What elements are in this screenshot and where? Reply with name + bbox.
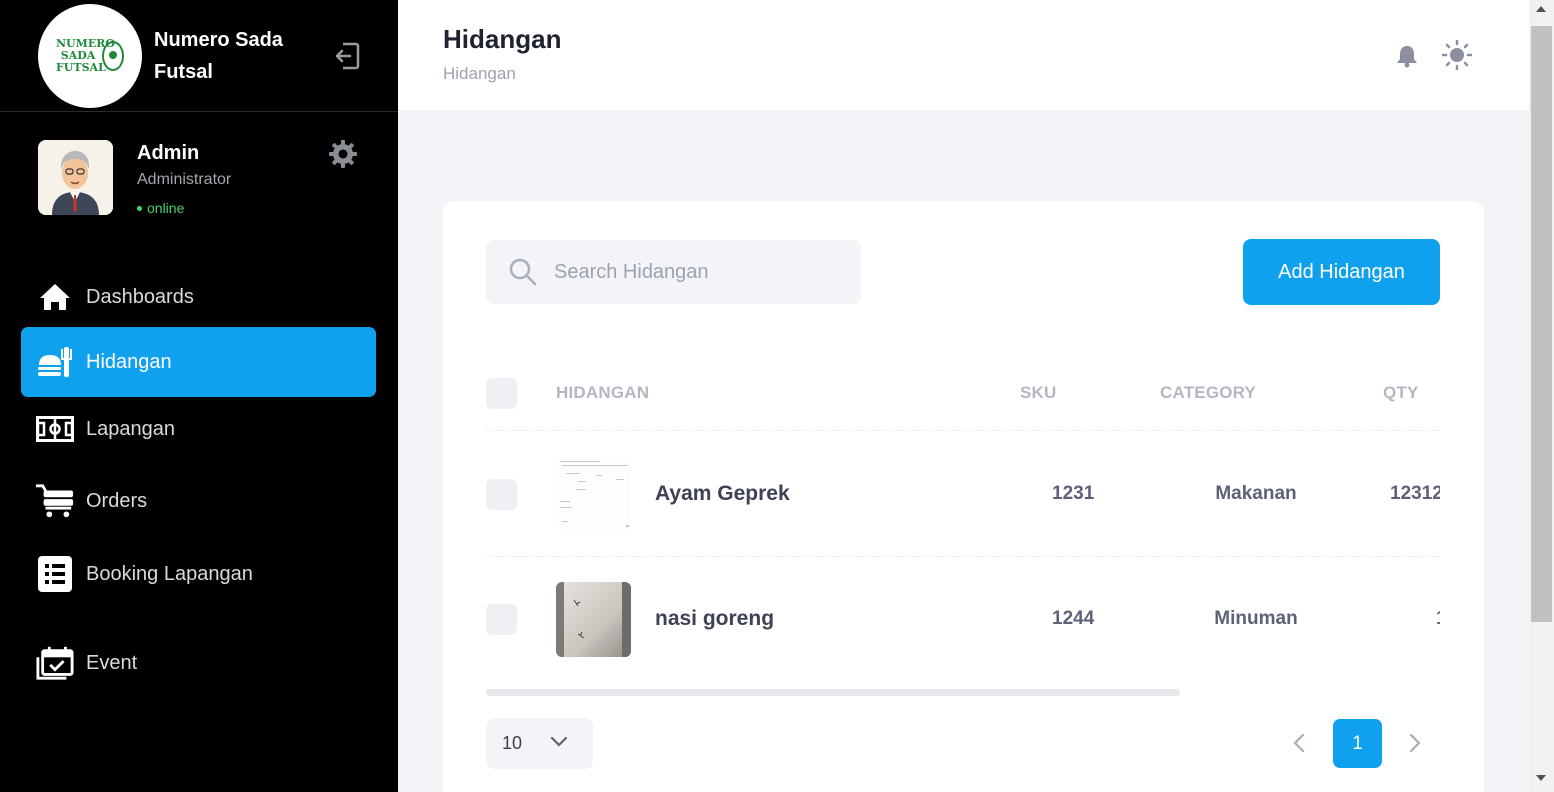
sidebar-item-label: Dashboards xyxy=(86,285,194,308)
profile-role: Administrator xyxy=(137,171,232,188)
dish-image[interactable] xyxy=(556,582,631,657)
per-page-select[interactable]: 10 xyxy=(486,718,593,769)
sidebar: NUMERO SADA FUTSAL Numero Sada Futsal Ad… xyxy=(0,0,398,792)
collapse-sidebar-button[interactable] xyxy=(332,40,362,72)
dish-name[interactable]: nasi goreng xyxy=(655,607,774,631)
list-icon xyxy=(36,555,74,593)
avatar[interactable] xyxy=(38,140,113,215)
sidebar-item-booking-lapangan[interactable]: Booking Lapangan xyxy=(21,539,376,609)
food-icon xyxy=(36,343,74,381)
select-all-checkbox[interactable] xyxy=(486,378,517,409)
sidebar-item-label: Booking Lapangan xyxy=(86,562,253,585)
bell-icon[interactable] xyxy=(1396,44,1418,68)
brand-logo: NUMERO SADA FUTSAL xyxy=(38,4,142,108)
field-icon xyxy=(36,410,74,448)
sidebar-item-lapangan[interactable]: Lapangan xyxy=(21,394,376,464)
sidebar-item-label: Orders xyxy=(86,489,148,512)
status-badge: online xyxy=(137,200,184,216)
horizontal-scrollbar[interactable] xyxy=(486,689,1180,696)
brand-header: NUMERO SADA FUTSAL Numero Sada Futsal xyxy=(0,0,398,112)
pagination-next-button[interactable] xyxy=(1405,731,1425,755)
chevron-left-icon xyxy=(1293,733,1305,753)
scroll-down-arrow-icon[interactable] xyxy=(1536,775,1546,781)
sidebar-item-hidangan[interactable]: Hidangan xyxy=(21,327,376,397)
page-scrollbar[interactable] xyxy=(1529,0,1554,792)
profile-name: Admin xyxy=(137,142,200,164)
column-header-hidangan[interactable]: HIDANGAN xyxy=(556,383,649,403)
table-row[interactable]: nasi goreng 1244 Minuman 1 xyxy=(486,557,1440,682)
topbar: Hidangan Hidangan xyxy=(398,0,1529,110)
dish-name[interactable]: Ayam Geprek xyxy=(655,482,790,506)
brand-name: Numero Sada Futsal xyxy=(154,29,283,83)
per-page-value: 10 xyxy=(502,733,523,753)
sidebar-item-label: Lapangan xyxy=(86,417,175,440)
search-icon xyxy=(509,258,537,286)
dish-sku: 1244 xyxy=(1052,608,1095,629)
user-profile: Admin Administrator online xyxy=(38,140,378,220)
logout-arrow-icon xyxy=(335,42,360,70)
sun-icon[interactable] xyxy=(1441,39,1473,71)
home-icon xyxy=(36,278,74,316)
breadcrumb[interactable]: Hidangan xyxy=(443,64,516,84)
page-title: Hidangan xyxy=(443,24,562,54)
add-hidangan-button[interactable]: Add Hidangan xyxy=(1243,239,1440,305)
dish-image[interactable] xyxy=(556,457,631,532)
gear-icon[interactable] xyxy=(328,139,358,169)
sidebar-item-label: Event xyxy=(86,651,138,674)
cart-icon xyxy=(36,482,74,520)
scrollbar-thumb[interactable] xyxy=(1531,26,1552,622)
row-checkbox[interactable] xyxy=(486,604,517,635)
pagination-prev-button[interactable] xyxy=(1289,731,1309,755)
dish-qty: 12312 xyxy=(1390,483,1440,504)
column-header-sku[interactable]: SKU xyxy=(1020,383,1057,403)
dish-category: Minuman xyxy=(1214,608,1298,629)
dish-category: Makanan xyxy=(1215,483,1297,504)
dish-sku: 1231 xyxy=(1052,483,1095,504)
sidebar-item-event[interactable]: Event xyxy=(21,628,376,698)
logo-text: NUMERO SADA FUTSAL xyxy=(56,37,115,74)
chevron-right-icon xyxy=(1409,733,1421,753)
table-row[interactable]: Ayam Geprek 1231 Makanan 12312 xyxy=(486,432,1440,557)
search-input[interactable] xyxy=(554,260,844,284)
status-dot-icon xyxy=(137,205,142,211)
sidebar-item-orders[interactable]: Orders xyxy=(21,466,376,536)
chevron-down-icon xyxy=(550,736,568,747)
calendar-check-icon xyxy=(36,644,74,682)
table-header: HIDANGAN SKU CATEGORY QTY xyxy=(486,361,1440,431)
content-card: Add Hidangan HIDANGAN SKU CATEGORY QTY xyxy=(443,201,1484,792)
column-header-category[interactable]: CATEGORY xyxy=(1160,383,1256,403)
status-text: online xyxy=(147,200,185,216)
row-checkbox[interactable] xyxy=(486,479,517,510)
column-header-qty[interactable]: QTY xyxy=(1383,383,1419,403)
search-box[interactable] xyxy=(486,240,861,304)
pagination-current-page[interactable]: 1 xyxy=(1333,719,1382,768)
soccer-ball-icon xyxy=(102,41,124,71)
hidangan-table: HIDANGAN SKU CATEGORY QTY Ayam Geprek 12… xyxy=(486,361,1440,701)
scroll-up-arrow-icon[interactable] xyxy=(1536,6,1546,12)
sidebar-item-label: Hidangan xyxy=(86,350,172,373)
dish-qty: 1 xyxy=(1436,608,1440,630)
sidebar-item-dashboards[interactable]: Dashboards xyxy=(21,262,376,332)
